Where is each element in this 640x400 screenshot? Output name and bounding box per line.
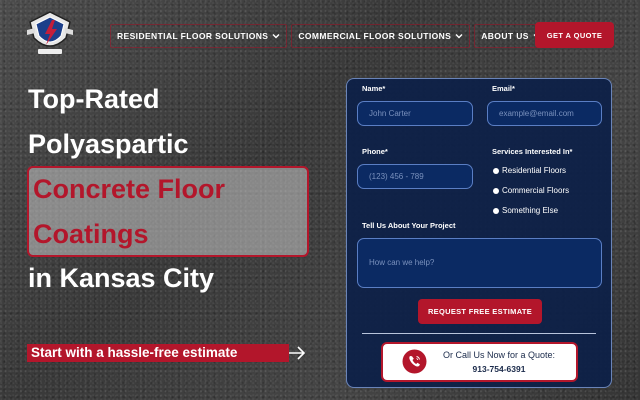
chevron-down-icon <box>272 34 280 39</box>
radio-commercial-floors[interactable]: Commercial Floors <box>493 186 569 195</box>
radio-residential-label: Residential Floors <box>502 166 567 175</box>
hero-title-line-2: Polyaspartic <box>28 129 189 159</box>
radio-something-else[interactable]: Something Else <box>493 206 558 215</box>
chevron-down-icon <box>455 34 463 39</box>
email-field[interactable]: example@email.com <box>487 101 602 126</box>
hero-title-line-1: Top-Rated <box>28 84 160 114</box>
name-field[interactable]: John Carter <box>357 101 473 126</box>
radio-something-else-label: Something Else <box>502 206 559 215</box>
radio-button-icon <box>493 187 499 194</box>
hero-highlight-line-2: Coatings <box>33 219 149 249</box>
hero-title-line-3: in Kansas City <box>28 263 215 293</box>
radio-button-icon <box>493 167 499 174</box>
phone-icon <box>402 349 427 374</box>
nav-residential-label: RESIDENTIAL FLOOR SOLUTIONS <box>117 31 269 41</box>
email-label: Email* <box>492 84 515 93</box>
call-us-text: Or Call Us Now for a Quote: <box>442 350 556 360</box>
name-label: Name* <box>362 84 386 93</box>
radio-button-icon <box>493 207 499 214</box>
request-free-estimate-button[interactable]: REQUEST FREE ESTIMATE <box>418 299 542 324</box>
main-nav: RESIDENTIAL FLOOR SOLUTIONS COMMERCIAL F… <box>110 24 548 48</box>
phone-number[interactable]: 913-754-6391 <box>434 364 564 374</box>
form-divider <box>362 333 596 334</box>
radio-residential-floors[interactable]: Residential Floors <box>493 166 566 175</box>
nav-commercial-floor-solutions[interactable]: COMMERCIAL FLOOR SOLUTIONS <box>291 24 471 48</box>
nav-commercial-label: COMMERCIAL FLOOR SOLUTIONS <box>298 31 452 41</box>
services-label: Services Interested In* <box>492 147 573 156</box>
company-logo[interactable] <box>26 8 74 58</box>
project-textarea[interactable]: How can we help? <box>357 238 602 288</box>
get-a-quote-button[interactable]: GET A QUOTE <box>535 22 614 48</box>
phone-field[interactable]: (123) 456 - 789 <box>357 164 473 189</box>
start-estimate-link[interactable]: Start with a hassle-free estimate <box>31 344 237 362</box>
nav-about-label: ABOUT US <box>481 31 529 41</box>
nav-residential-floor-solutions[interactable]: RESIDENTIAL FLOOR SOLUTIONS <box>110 24 288 48</box>
hero-highlight-line-1: Concrete Floor <box>33 174 226 204</box>
phone-label: Phone* <box>362 147 388 156</box>
arrow-right-icon[interactable] <box>288 345 306 361</box>
project-label: Tell Us About Your Project <box>362 221 456 230</box>
radio-commercial-label: Commercial Floors <box>502 186 570 195</box>
